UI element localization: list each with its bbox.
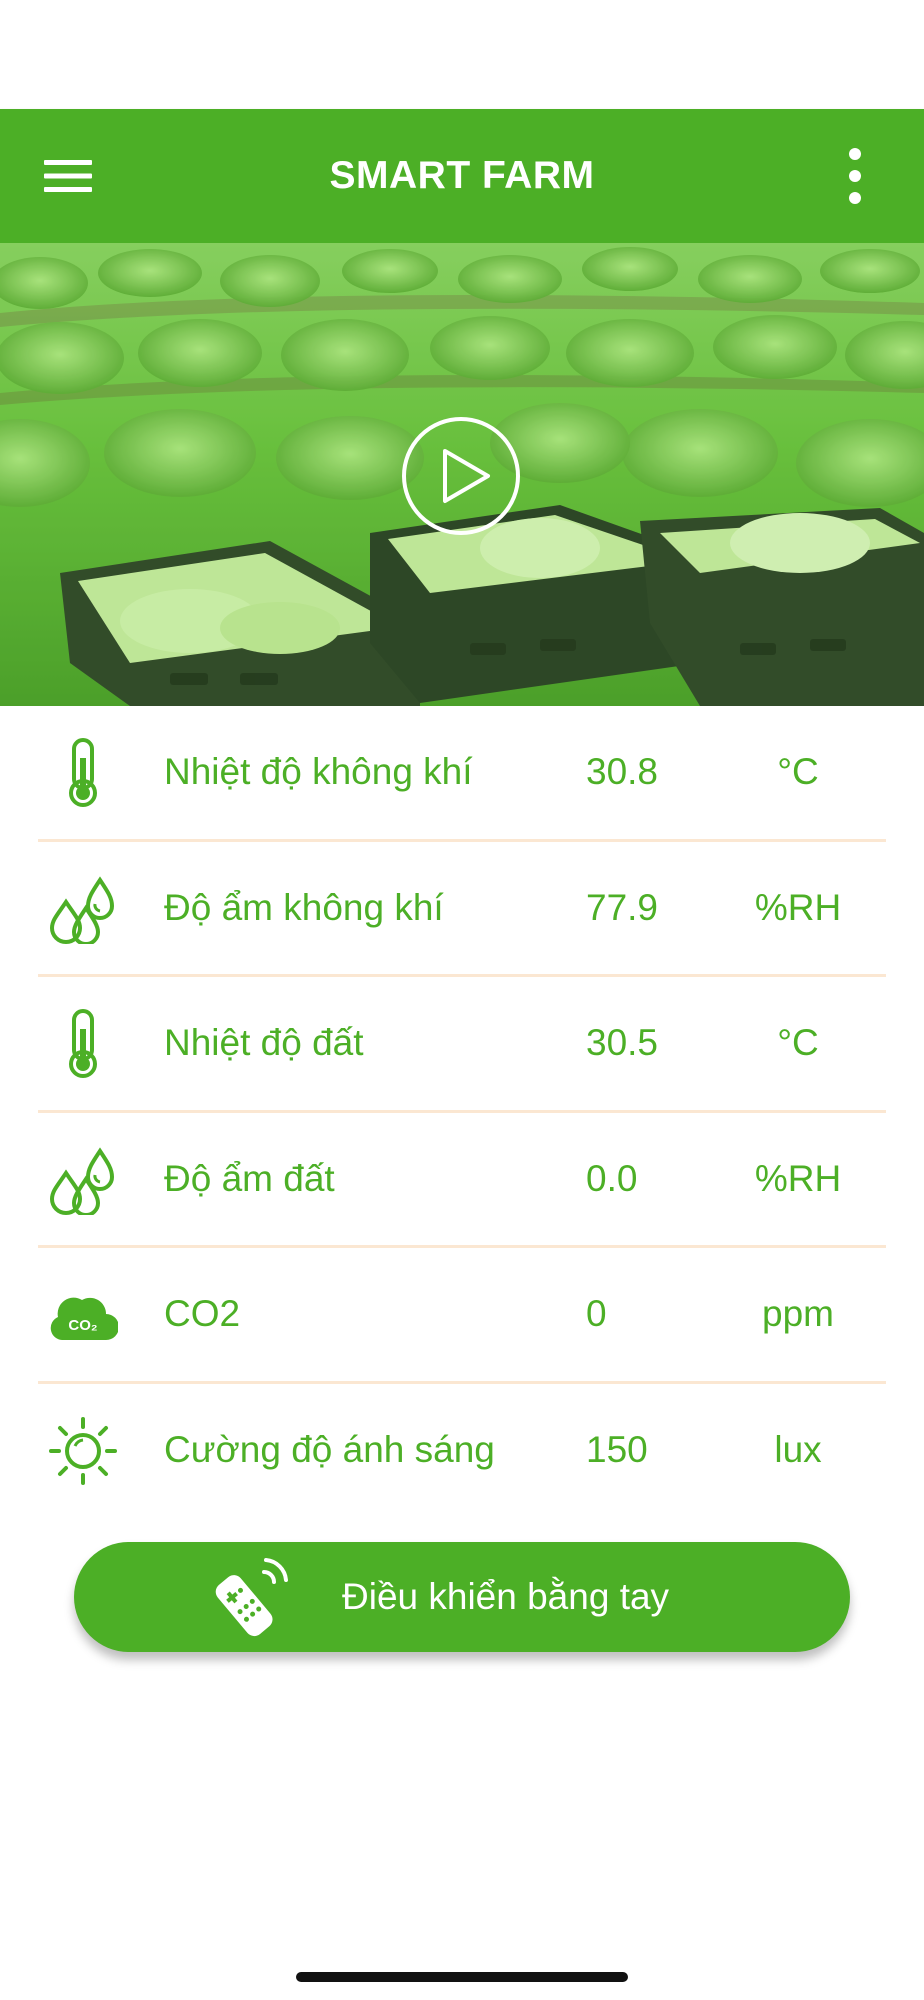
water-drops-icon [49, 875, 115, 944]
sensor-row-soil-humidity: Độ ẩm đất 0.0 %RH [38, 1113, 886, 1248]
sensor-unit: lux [774, 1428, 822, 1470]
sensor-value: 0 [586, 1293, 607, 1334]
sensor-value: 150 [586, 1428, 648, 1470]
remote-control-icon [215, 1558, 288, 1637]
sensor-label: Độ ẩm không khí [164, 886, 444, 928]
sensor-value: 0.0 [586, 1157, 638, 1199]
sensor-row-co2: CO₂ CO2 0 ppm [38, 1248, 886, 1384]
app-bar: SMART FARM [0, 109, 924, 243]
co2-icon-text: CO₂ [68, 1317, 97, 1334]
more-options-button[interactable] [820, 137, 890, 215]
sensor-unit: °C [777, 1022, 819, 1063]
water-drops-icon [49, 1146, 115, 1215]
play-circle-icon[interactable] [400, 415, 522, 537]
farm-video-thumbnail[interactable] [0, 243, 924, 706]
sensor-value: 77.9 [586, 886, 659, 928]
home-indicator[interactable] [296, 1972, 628, 1982]
status-bar [0, 0, 924, 109]
thermometer-icon [69, 738, 97, 807]
co2-cloud-icon: CO₂ [50, 1297, 118, 1340]
sensor-label: Nhiệt độ không khí [164, 751, 473, 792]
sensor-value: 30.8 [586, 751, 659, 792]
thermometer-icon [69, 1009, 97, 1078]
sensor-unit: ppm [762, 1293, 834, 1334]
manual-control-label: Điều khiển bằng tay [342, 1576, 670, 1617]
hamburger-menu-icon [44, 160, 92, 192]
sensor-label: Nhiệt độ đất [164, 1022, 364, 1063]
sensor-value: 30.5 [586, 1022, 659, 1063]
sensor-row-air-temperature: Nhiệt độ không khí 30.8 °C [38, 706, 886, 842]
app-title: SMART FARM [329, 154, 595, 197]
sensor-label: Độ ẩm đất [164, 1157, 335, 1199]
sensor-row-light-intensity: Cường độ ánh sáng 150 lux [38, 1384, 886, 1520]
sensor-row-air-humidity: Độ ẩm không khí 77.9 %RH [38, 842, 886, 977]
sensor-unit: °C [777, 751, 819, 792]
manual-control-button[interactable]: Điều khiển bằng tay [74, 1542, 850, 1652]
sensor-row-soil-temperature: Nhiệt độ đất 30.5 °C [38, 977, 886, 1113]
sensor-list: Nhiệt độ không khí 30.8 °C Độ ẩm không k… [38, 706, 886, 1519]
sensor-unit: %RH [754, 1157, 842, 1199]
more-vertical-icon [849, 148, 861, 204]
sensor-label: CO2 [164, 1293, 241, 1334]
sensor-unit: %RH [754, 886, 842, 928]
menu-button[interactable] [36, 145, 100, 207]
sun-icon [49, 1416, 117, 1485]
sensor-label: Cường độ ánh sáng [164, 1428, 495, 1470]
